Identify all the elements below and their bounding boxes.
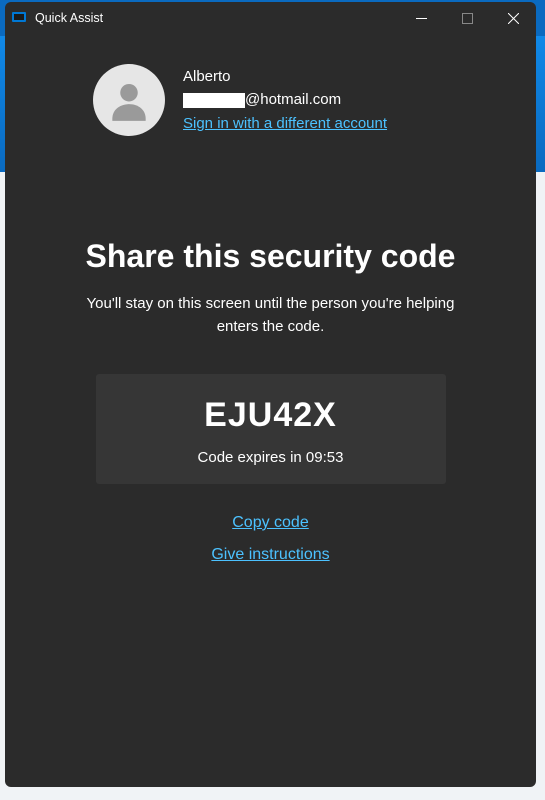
account-email: @hotmail.com bbox=[183, 88, 387, 111]
expiry-prefix: Code expires in bbox=[198, 449, 306, 466]
maximize-button[interactable] bbox=[444, 2, 490, 34]
copy-code-link[interactable]: Copy code bbox=[232, 514, 309, 532]
security-code-value: EJU42X bbox=[204, 396, 337, 435]
close-button[interactable] bbox=[490, 2, 536, 34]
page-heading: Share this security code bbox=[86, 238, 456, 275]
expiry-time: 09:53 bbox=[306, 449, 344, 466]
account-section: Alberto @hotmail.com Sign in with a diff… bbox=[33, 64, 508, 136]
avatar bbox=[93, 64, 165, 136]
titlebar-title: Quick Assist bbox=[35, 11, 398, 25]
account-info: Alberto @hotmail.com Sign in with a diff… bbox=[183, 65, 387, 135]
titlebar: Quick Assist bbox=[5, 2, 536, 34]
app-window: Quick Assist Alberto @hotmail.com Sign i… bbox=[5, 2, 536, 787]
email-suffix: @hotmail.com bbox=[245, 91, 341, 108]
page-subheading: You'll stay on this screen until the per… bbox=[76, 293, 466, 338]
code-expiry-text: Code expires in 09:53 bbox=[198, 449, 344, 466]
main-content: Alberto @hotmail.com Sign in with a diff… bbox=[5, 34, 536, 787]
switch-account-link[interactable]: Sign in with a different account bbox=[183, 112, 387, 135]
minimize-button[interactable] bbox=[398, 2, 444, 34]
app-icon bbox=[11, 10, 27, 26]
account-name: Alberto bbox=[183, 65, 387, 88]
action-links: Copy code Give instructions bbox=[211, 514, 329, 564]
security-code-card: EJU42X Code expires in 09:53 bbox=[96, 374, 446, 484]
email-redacted-part bbox=[183, 93, 245, 108]
give-instructions-link[interactable]: Give instructions bbox=[211, 546, 329, 564]
